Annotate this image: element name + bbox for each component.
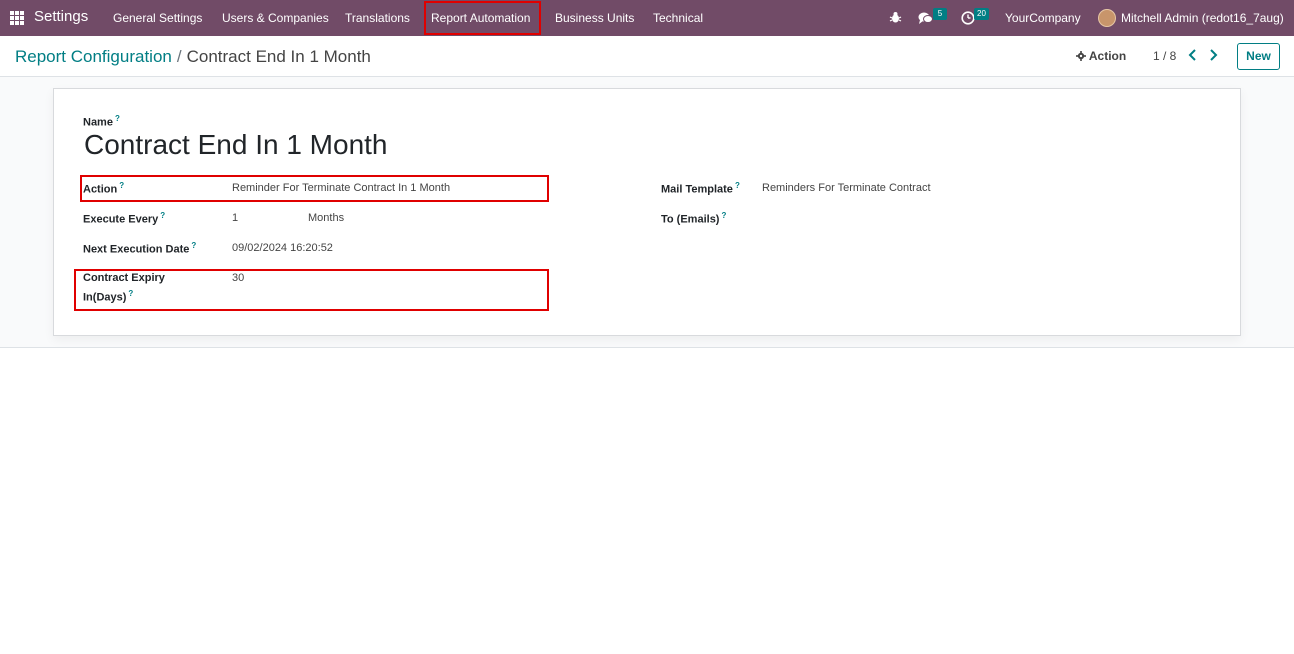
action-label: Action	[1088, 49, 1127, 63]
apps-menu-icon[interactable]	[10, 11, 24, 25]
action-menu-button[interactable]: Action	[1076, 49, 1126, 63]
to-emails-label: To (Emails)?	[661, 211, 727, 226]
execute-every-label: Execute Every?	[83, 211, 166, 226]
menu-report-automation[interactable]: Report Automation	[431, 11, 530, 25]
activities-clock-icon[interactable]	[961, 11, 975, 25]
menu-business-units[interactable]: Business Units	[555, 11, 634, 25]
help-tooltip-icon[interactable]: ?	[128, 289, 133, 298]
control-panel: Report Configuration / Contract End In 1 M…	[0, 36, 1294, 77]
contract-expiry-label-line1: Contract Expiry	[83, 272, 165, 284]
pager-previous-icon[interactable]	[1187, 48, 1199, 62]
breadcrumb-current: Contract End In 1 Month	[186, 47, 371, 66]
activities-badge: 20	[974, 8, 989, 20]
messages-badge: 5	[933, 8, 947, 20]
pager-value[interactable]: 1 / 8	[1153, 49, 1176, 63]
breadcrumb-separator: /	[176, 47, 182, 66]
name-field-label: Name?	[83, 114, 120, 129]
next-execution-date-label: Next Execution Date?	[83, 241, 197, 256]
contract-expiry-value[interactable]: 30	[232, 272, 244, 284]
help-tooltip-icon[interactable]: ?	[735, 181, 740, 190]
help-tooltip-icon[interactable]: ?	[160, 211, 165, 220]
new-button[interactable]: New	[1237, 43, 1280, 70]
company-switcher[interactable]: YourCompany	[1005, 11, 1081, 25]
execute-every-interval[interactable]: 1	[232, 212, 238, 224]
breadcrumb-parent-link[interactable]: Report Configuration	[15, 47, 172, 66]
user-avatar[interactable]	[1098, 9, 1116, 27]
execute-every-unit[interactable]: Months	[308, 212, 344, 224]
messages-icon[interactable]	[918, 11, 933, 25]
debug-bug-icon[interactable]	[889, 11, 902, 24]
menu-translations[interactable]: Translations	[345, 11, 410, 25]
help-tooltip-icon[interactable]: ?	[721, 211, 726, 220]
app-title[interactable]: Settings	[34, 8, 88, 25]
pager-next-icon[interactable]	[1207, 48, 1219, 62]
action-field-value[interactable]: Reminder For Terminate Contract In 1 Mon…	[232, 182, 450, 194]
mail-template-value[interactable]: Reminders For Terminate Contract	[762, 182, 931, 194]
contract-expiry-label-line2: In(Days)?	[83, 289, 134, 304]
action-field-label: Action?	[83, 181, 125, 196]
help-tooltip-icon[interactable]: ?	[115, 114, 120, 123]
mail-template-label: Mail Template?	[661, 181, 740, 196]
menu-technical[interactable]: Technical	[653, 11, 703, 25]
menu-general-settings[interactable]: General Settings	[113, 11, 202, 25]
menu-users-companies[interactable]: Users & Companies	[222, 11, 329, 25]
gear-icon	[1076, 51, 1086, 61]
breadcrumb: Report Configuration / Contract End In 1 M…	[15, 47, 371, 67]
user-menu[interactable]: Mitchell Admin (redot16_7aug)	[1121, 11, 1284, 25]
help-tooltip-icon[interactable]: ?	[119, 181, 124, 190]
top-navbar: Settings General Settings Users & Compan…	[0, 0, 1294, 36]
record-name-field[interactable]: Contract End In 1 Month	[84, 129, 388, 161]
next-execution-date-value[interactable]: 09/02/2024 16:20:52	[232, 242, 333, 254]
form-sheet: Name? Contract End In 1 Month Action? Re…	[53, 88, 1241, 336]
help-tooltip-icon[interactable]: ?	[191, 241, 196, 250]
